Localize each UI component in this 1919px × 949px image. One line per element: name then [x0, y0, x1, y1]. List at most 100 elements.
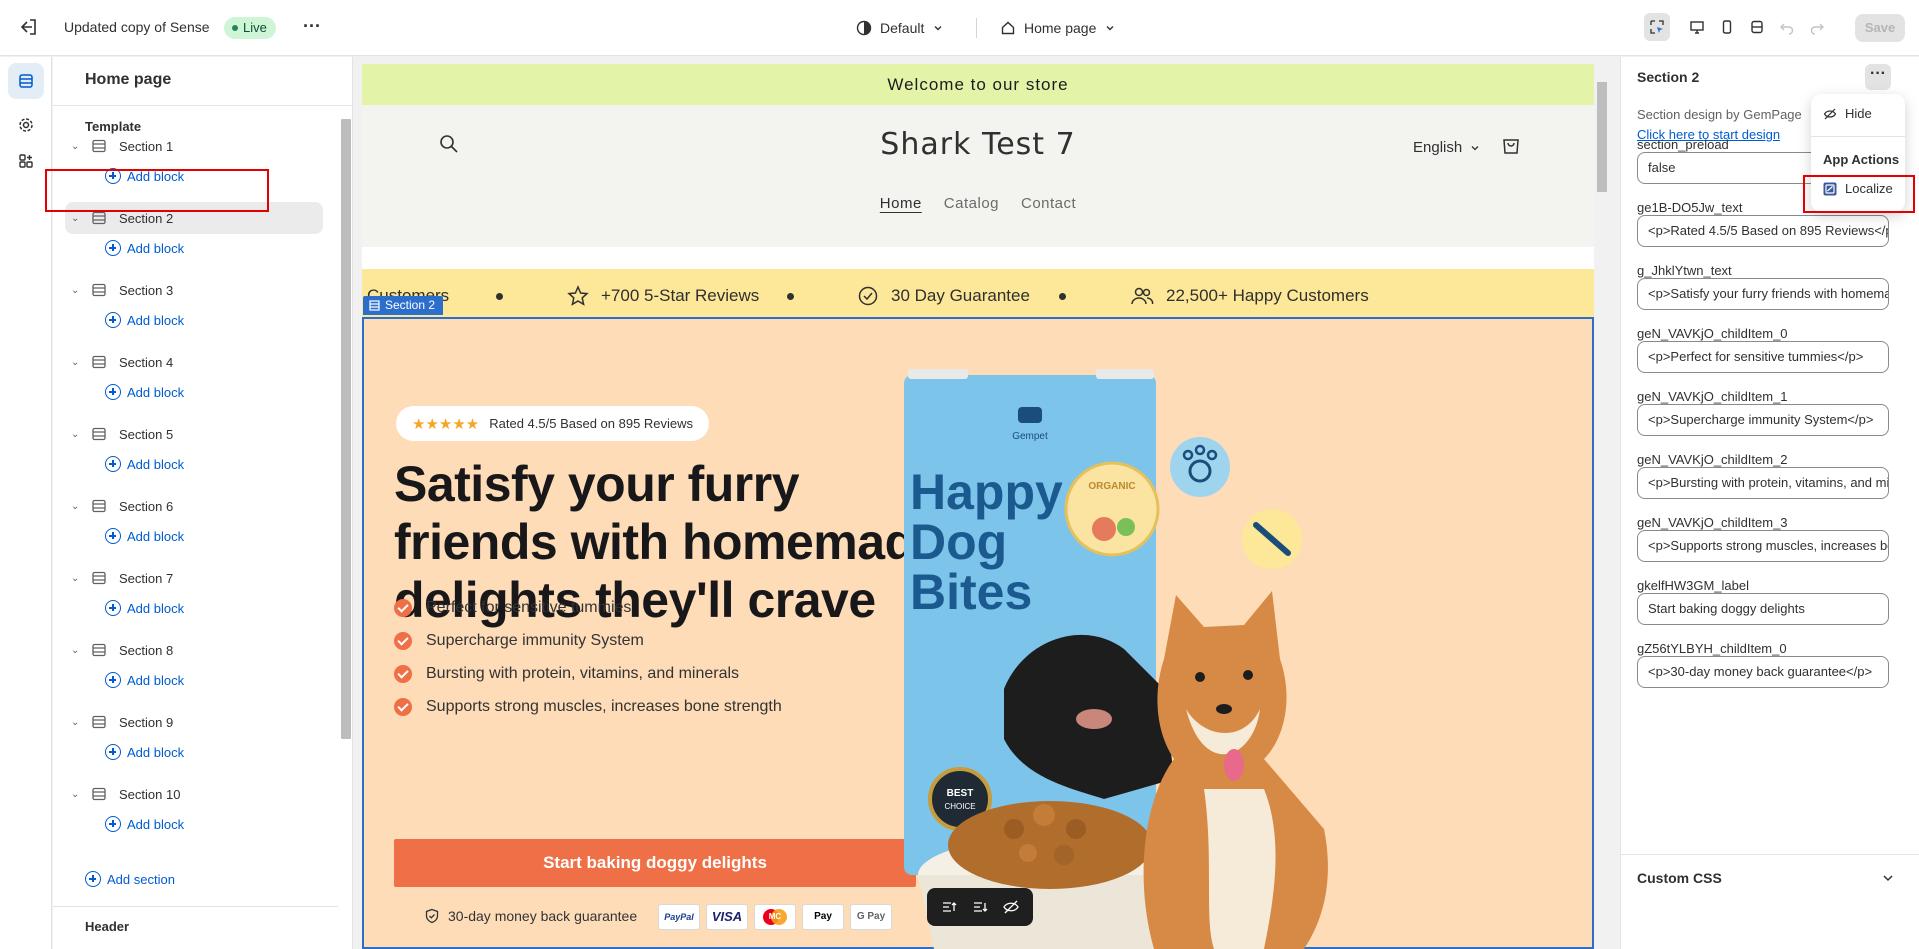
bag-title-line-3: Bites	[910, 564, 1032, 620]
sidebar-section-7[interactable]: ⌄ Section 7	[65, 562, 323, 594]
field-input[interactable]: Start baking doggy delights	[1637, 593, 1889, 625]
mobile-icon	[1722, 20, 1732, 34]
more-options-button[interactable]: ···	[1865, 64, 1891, 90]
inspector-tool-button[interactable]	[1644, 13, 1670, 41]
apps-nav-button[interactable]	[8, 143, 44, 179]
theme-selector[interactable]: Default	[856, 16, 944, 40]
fullwidth-view-button[interactable]	[1744, 13, 1770, 41]
highlight-section-2	[45, 169, 269, 212]
feature-text: Bursting with protein, vitamins, and min…	[426, 665, 740, 682]
chevron-down-icon[interactable]: ⌄	[71, 141, 91, 152]
add-block-label: Add block	[127, 312, 185, 328]
add-circle-icon	[105, 240, 121, 256]
move-up-icon[interactable]	[940, 898, 958, 916]
move-down-icon[interactable]	[971, 898, 989, 916]
hero-section[interactable]: ★★★★★ Rated 4.5/5 Based on 895 Reviews S…	[362, 317, 1594, 949]
add-block-button[interactable]: Add block	[105, 380, 184, 404]
chevron-down-icon[interactable]: ⌄	[71, 789, 91, 800]
redo-icon	[1810, 23, 1824, 35]
language-selector[interactable]: English	[1413, 139, 1480, 156]
sidebar-section-1[interactable]: ⌄ Section 1	[65, 130, 323, 162]
store-name[interactable]: Shark Test 7	[362, 127, 1594, 162]
sidebar-scrollbar[interactable]	[339, 107, 351, 949]
feature-item: Supports strong muscles, increases bone …	[394, 695, 782, 719]
chevron-down-icon[interactable]: ⌄	[71, 357, 91, 368]
custom-css-heading[interactable]: Custom CSS	[1637, 870, 1722, 886]
sidebar-section-8[interactable]: ⌄ Section 8	[65, 634, 323, 666]
best-badge-line-1: BEST	[947, 788, 974, 799]
field-input[interactable]: <p>Bursting with protein, vitamins, and …	[1637, 467, 1889, 499]
cursor-select-icon	[1650, 20, 1664, 34]
check-circle-icon	[394, 665, 412, 683]
cart-icon[interactable]	[1500, 134, 1522, 156]
fullwidth-icon	[1751, 20, 1763, 34]
sections-nav-button[interactable]	[8, 63, 44, 99]
sidebar-section-6[interactable]: ⌄ Section 6	[65, 490, 323, 522]
scrollbar-thumb[interactable]	[1597, 82, 1607, 192]
desktop-view-button[interactable]	[1684, 13, 1710, 41]
sidebar-section-9[interactable]: ⌄ Section 9	[65, 706, 323, 738]
trust-marquee: Customers +700 5-Star Reviews 30 Day Gua…	[362, 269, 1594, 322]
chevron-down-icon[interactable]: ⌄	[71, 213, 91, 224]
chevron-down-icon[interactable]: ⌄	[71, 717, 91, 728]
cta-button[interactable]: Start baking doggy delights	[394, 839, 916, 887]
shield-check-icon	[425, 908, 439, 924]
chevron-down-icon[interactable]: ⌄	[71, 501, 91, 512]
chevron-down-icon[interactable]: ⌄	[71, 573, 91, 584]
add-block-button[interactable]: Add block	[105, 308, 184, 332]
chevron-down-icon[interactable]: ⌄	[71, 429, 91, 440]
payment-icons: PayPal VISA MC Pay G Pay	[658, 904, 892, 930]
add-block-button[interactable]: Add block	[105, 596, 184, 620]
hide-menu-item[interactable]: Hide	[1823, 106, 1872, 121]
add-block-label: Add block	[127, 672, 185, 688]
add-block-button[interactable]: Add block	[105, 236, 184, 260]
field-input[interactable]: <p>Rated 4.5/5 Based on 895 Reviews</p>	[1637, 215, 1889, 247]
chevron-down-icon[interactable]	[1881, 871, 1895, 885]
add-block-label: Add block	[127, 600, 185, 616]
add-block-button[interactable]: Add block	[105, 524, 184, 548]
nav-home[interactable]: Home	[880, 195, 922, 212]
exit-icon[interactable]	[18, 16, 40, 38]
chevron-down-icon[interactable]: ⌄	[71, 285, 91, 296]
live-badge: Live	[224, 17, 276, 39]
sidebar-section-10[interactable]: ⌄ Section 10	[65, 778, 323, 810]
redo-button[interactable]	[1804, 13, 1830, 41]
page-selector[interactable]: Home page	[1000, 16, 1116, 40]
bag-title-line-1: Happy	[910, 464, 1063, 520]
field-input[interactable]: <p>Satisfy your furry friends with homem…	[1637, 278, 1889, 310]
field-input[interactable]: <p>Perfect for sensitive tummies</p>	[1637, 341, 1889, 373]
preview-scrollbar[interactable]	[1594, 64, 1610, 949]
nav-catalog[interactable]: Catalog	[944, 195, 999, 212]
divider	[976, 18, 977, 38]
feature-item: Bursting with protein, vitamins, and min…	[394, 662, 739, 686]
undo-button[interactable]	[1774, 13, 1800, 41]
field-label: gZ56tYLBYH_childItem_0	[1637, 641, 1787, 656]
add-circle-icon	[105, 672, 121, 688]
add-block-label: Add block	[127, 528, 185, 544]
eye-off-icon[interactable]	[1002, 898, 1020, 916]
add-block-button[interactable]: Add block	[105, 812, 184, 836]
field-input[interactable]: <p>30-day money back guarantee</p>	[1637, 656, 1889, 688]
add-block-button[interactable]: Add block	[105, 740, 184, 764]
section-icon	[92, 211, 106, 225]
theme-settings-nav-button[interactable]	[8, 107, 44, 143]
save-button[interactable]: Save	[1855, 14, 1905, 42]
chevron-down-icon[interactable]: ⌄	[71, 645, 91, 656]
section-icon	[92, 571, 106, 585]
nav-contact[interactable]: Contact	[1021, 195, 1076, 212]
field-input[interactable]: <p>Supports strong muscles, increases bo…	[1637, 530, 1889, 562]
add-block-button[interactable]: Add block	[105, 452, 184, 476]
sidebar-section-3[interactable]: ⌄ Section 3	[65, 274, 323, 306]
scrollbar-thumb[interactable]	[341, 119, 351, 739]
add-section-button[interactable]: Add section	[85, 867, 175, 891]
sidebar-section-4[interactable]: ⌄ Section 4	[65, 346, 323, 378]
mobile-view-button[interactable]	[1714, 13, 1740, 41]
field-label: geN_VAVKjO_childItem_2	[1637, 452, 1788, 467]
sidebar-section-5[interactable]: ⌄ Section 5	[65, 418, 323, 450]
view-tools	[1644, 13, 1830, 41]
add-block-button[interactable]: Add block	[105, 668, 184, 692]
users-icon	[1131, 287, 1154, 304]
field-input[interactable]: <p>Supercharge immunity System</p>	[1637, 404, 1889, 436]
section-selection-tag[interactable]: Section 2	[363, 296, 444, 315]
more-actions-button[interactable]: ···	[300, 17, 324, 39]
